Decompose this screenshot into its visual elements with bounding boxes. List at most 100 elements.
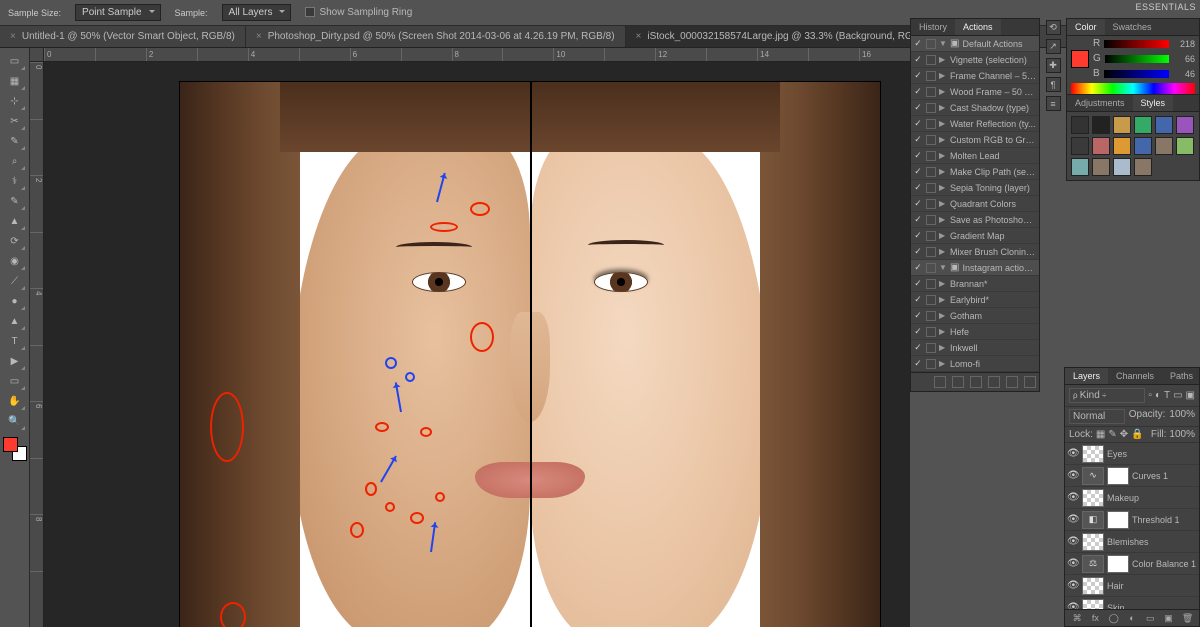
filter-shape-icon[interactable]: ▭ [1173,390,1182,401]
disclosure-icon[interactable]: ▶ [939,231,947,240]
foreground-swatch[interactable] [1071,50,1089,68]
filter-pixel-icon[interactable]: ▫ [1148,390,1152,401]
collapsed-panel-icon[interactable]: ↗ [1046,39,1061,54]
check-icon[interactable]: ✓ [913,279,923,289]
document-canvas[interactable] [180,82,880,627]
visibility-icon[interactable]: 👁 [1067,602,1079,609]
tool-16[interactable]: ▭ [4,371,26,391]
tool-6[interactable]: ⚕ [4,171,26,191]
visibility-icon[interactable]: 👁 [1067,514,1079,525]
style-swatch[interactable] [1092,137,1110,155]
check-icon[interactable]: ✓ [913,71,923,81]
tool-17[interactable]: ✋ [4,391,26,411]
b-slider[interactable] [1104,70,1169,78]
action-item[interactable]: ✓▶Gotham [911,308,1039,324]
visibility-icon[interactable]: 👁 [1067,580,1079,591]
dialog-toggle[interactable] [926,247,936,257]
check-icon[interactable]: ✓ [913,343,923,353]
tab-paths[interactable]: Paths [1162,368,1200,384]
visibility-icon[interactable]: 👁 [1067,536,1079,547]
tool-13[interactable]: ▲ [4,311,26,331]
disclosure-icon[interactable]: ▶ [939,247,947,256]
layer-row[interactable]: 👁Hair [1065,575,1199,597]
style-swatch[interactable] [1134,158,1152,176]
dialog-toggle[interactable] [926,263,936,273]
action-item[interactable]: ✓▶Earlybird* [911,292,1039,308]
action-item[interactable]: ✓▶Cast Shadow (type) [911,100,1039,116]
check-icon[interactable]: ✓ [913,295,923,305]
style-swatch[interactable] [1155,116,1173,134]
disclosure-icon[interactable]: ▶ [939,359,947,368]
collapsed-panel-icon[interactable]: ≡ [1046,96,1061,111]
b-value[interactable]: 46 [1173,69,1195,79]
visibility-icon[interactable]: 👁 [1067,558,1079,569]
layer-row[interactable]: 👁◧ Threshold 1 [1065,509,1199,531]
disclosure-icon[interactable]: ▶ [939,55,947,64]
disclosure-icon[interactable]: ▼ [939,263,947,272]
disclosure-icon[interactable]: ▶ [939,311,947,320]
style-swatch[interactable] [1176,116,1194,134]
layer-name[interactable]: Curves 1 [1132,471,1197,481]
tool-9[interactable]: ⟳ [4,231,26,251]
dialog-toggle[interactable] [926,135,936,145]
disclosure-icon[interactable]: ▶ [939,343,947,352]
check-icon[interactable]: ✓ [913,39,923,49]
tab-adjustments[interactable]: Adjustments [1067,95,1133,111]
r-value[interactable]: 218 [1173,39,1195,49]
action-item[interactable]: ✓▶Inkwell [911,340,1039,356]
tab-swatches[interactable]: Swatches [1105,19,1160,35]
layer-thumb[interactable] [1082,445,1104,463]
layer-mask[interactable] [1107,511,1129,529]
action-item[interactable]: ✓▶Mixer Brush Cloning P... [911,244,1039,260]
layer-row[interactable]: 👁Skin [1065,597,1199,609]
opacity-value[interactable]: 100% [1169,409,1195,424]
disclosure-icon[interactable]: ▶ [939,279,947,288]
tool-4[interactable]: ✎ [4,131,26,151]
r-slider[interactable] [1104,40,1169,48]
style-swatch[interactable] [1071,158,1089,176]
action-item[interactable]: ✓▶Lomo-fi [911,356,1039,372]
lock-all-icon[interactable]: 🔒 [1131,429,1143,440]
style-swatch[interactable] [1092,158,1110,176]
tool-3[interactable]: ✂ [4,111,26,131]
action-item[interactable]: ✓▶Gradient Map [911,228,1039,244]
action-item[interactable]: ✓▶Save as Photoshop PDF [911,212,1039,228]
dialog-toggle[interactable] [926,327,936,337]
dialog-toggle[interactable] [926,87,936,97]
action-item[interactable]: ✓▶Quadrant Colors [911,196,1039,212]
dialog-toggle[interactable] [926,119,936,129]
filter-type-icon[interactable]: T [1164,390,1170,401]
dialog-toggle[interactable] [926,55,936,65]
adj-thumb[interactable]: ◧ [1082,511,1104,529]
close-icon[interactable]: × [256,31,262,42]
filter-adj-icon[interactable]: ◐ [1155,390,1161,401]
check-icon[interactable]: ✓ [913,135,923,145]
workspace-label[interactable]: ESSENTIALS [1135,2,1196,12]
action-item[interactable]: ✓▶Vignette (selection) [911,52,1039,68]
action-item[interactable]: ✓▶Molten Lead [911,148,1039,164]
check-icon[interactable]: ✓ [913,183,923,193]
visibility-icon[interactable]: 👁 [1067,448,1079,459]
play-icon[interactable] [970,376,982,388]
dialog-toggle[interactable] [926,199,936,209]
sample-dropdown[interactable]: All Layers [222,4,292,21]
layer-name[interactable]: Threshold 1 [1132,515,1197,525]
action-item[interactable]: ✓▶Brannan* [911,276,1039,292]
layer-row[interactable]: 👁Blemishes [1065,531,1199,553]
action-item[interactable]: ✓▶Water Reflection (ty... [911,116,1039,132]
disclosure-icon[interactable]: ▶ [939,87,947,96]
layer-row[interactable]: 👁⚖Color Balance 1 [1065,553,1199,575]
layer-thumb[interactable] [1082,577,1104,595]
layer-row[interactable]: 👁∿Curves 1 [1065,465,1199,487]
dialog-toggle[interactable] [926,343,936,353]
dialog-toggle[interactable] [926,295,936,305]
style-swatch[interactable] [1134,116,1152,134]
style-swatch[interactable] [1071,137,1089,155]
check-icon[interactable]: ✓ [913,103,923,113]
g-value[interactable]: 66 [1173,54,1195,64]
record-icon[interactable] [952,376,964,388]
disclosure-icon[interactable]: ▶ [939,167,947,176]
tool-14[interactable]: T [4,331,26,351]
visibility-icon[interactable]: 👁 [1067,470,1079,481]
disclosure-icon[interactable]: ▶ [939,71,947,80]
